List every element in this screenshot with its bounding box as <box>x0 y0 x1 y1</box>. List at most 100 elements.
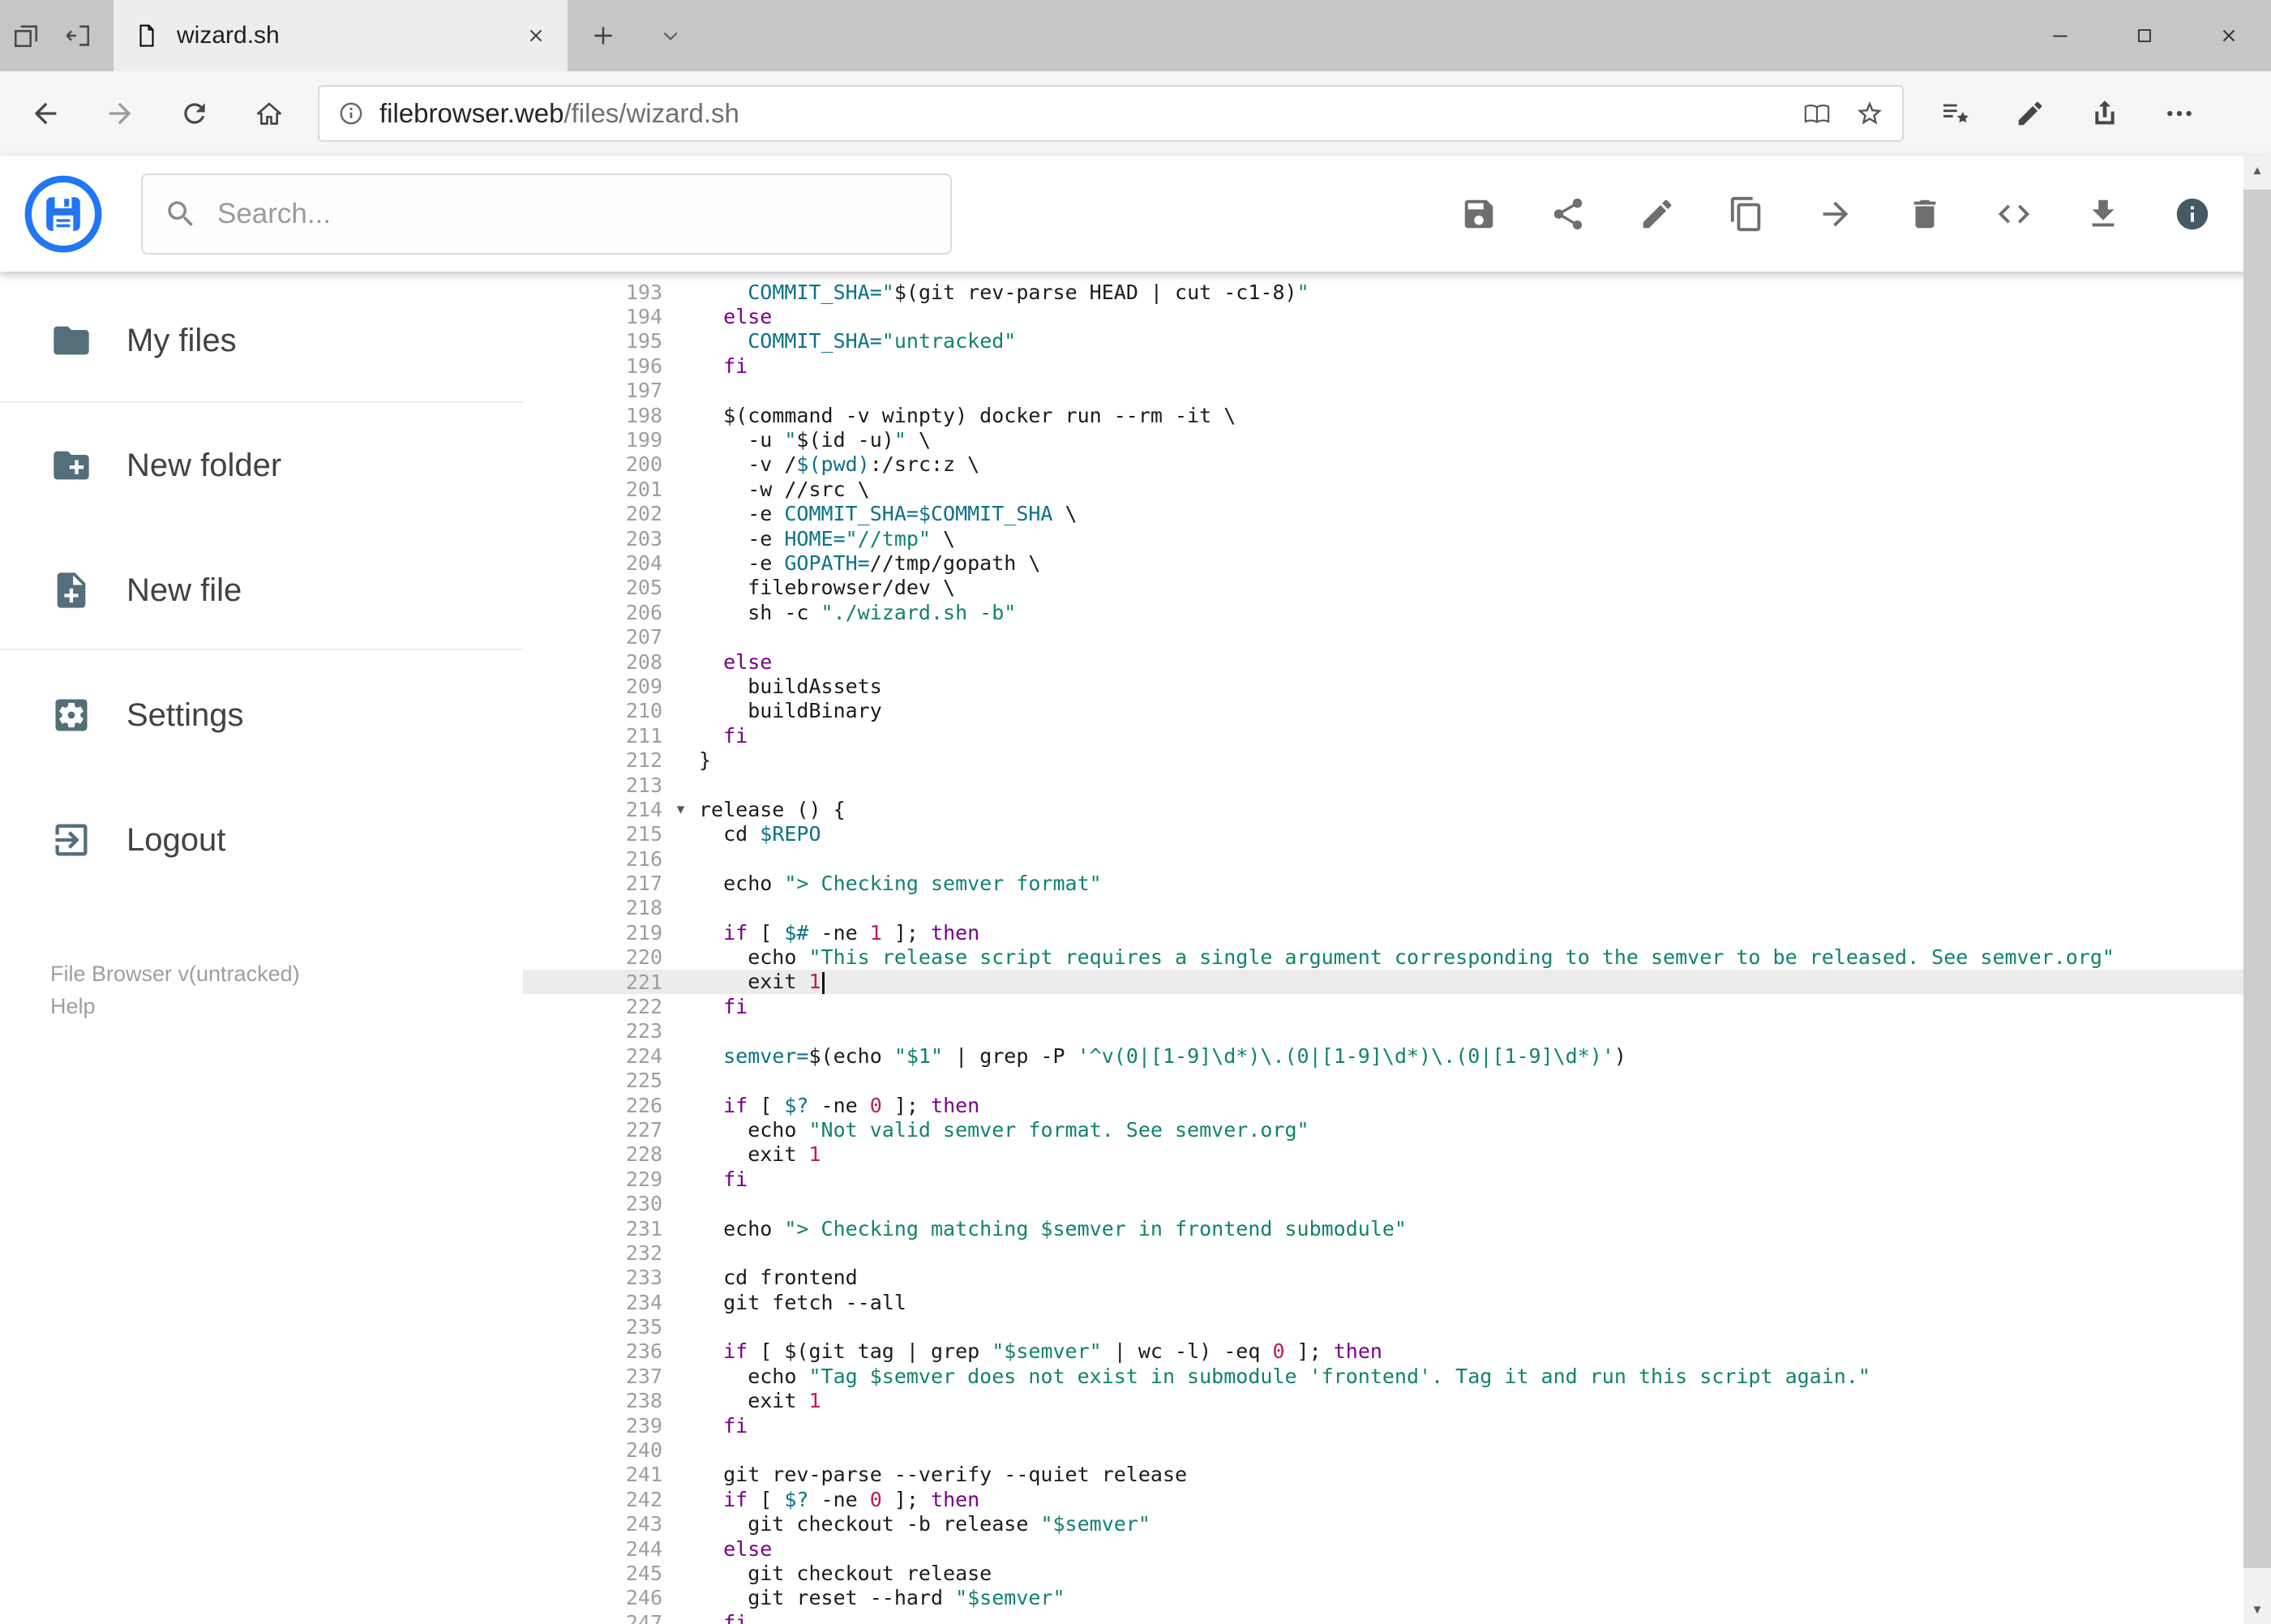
copy-button[interactable] <box>1712 179 1781 249</box>
code-line[interactable]: 237 echo "Tag $semver does not exist in … <box>523 1364 2243 1388</box>
code-line[interactable]: 242 if [ $? -ne 0 ]; then <box>523 1487 2243 1511</box>
rename-button[interactable] <box>1622 179 1692 249</box>
download-button[interactable] <box>2068 179 2138 249</box>
code-line[interactable]: 236 if [ $(git tag | grep "$semver" | wc… <box>523 1339 2243 1364</box>
code-line[interactable]: 193 COMMIT_SHA="$(git rev-parse HEAD | c… <box>523 280 2243 304</box>
code-line[interactable]: 197 <box>523 379 2243 403</box>
tab-close-button[interactable] <box>525 25 546 46</box>
code-line[interactable]: 204 -e GOPATH=//tmp/gopath \ <box>523 551 2243 575</box>
code-line[interactable]: 233 cd frontend <box>523 1266 2243 1290</box>
code-line[interactable]: 229 fi <box>523 1167 2243 1191</box>
code-line[interactable]: 244 else <box>523 1536 2243 1561</box>
code-line[interactable]: 214 ▾ release () { <box>523 797 2243 821</box>
close-window-button[interactable] <box>2187 0 2271 71</box>
code-line[interactable]: 238 exit 1 <box>523 1389 2243 1413</box>
move-button[interactable] <box>1801 179 1870 249</box>
code-button[interactable] <box>1979 179 2049 249</box>
code-line[interactable]: 239 fi <box>523 1413 2243 1438</box>
sidebar-item-new-folder[interactable]: New folder <box>0 403 523 528</box>
address-bar[interactable]: filebrowser.web/files/wizard.sh <box>318 85 1904 142</box>
search-input[interactable] <box>217 197 929 230</box>
more-button[interactable] <box>2142 76 2217 151</box>
scroll-up-button[interactable]: ▲ <box>2243 156 2271 185</box>
code-line[interactable]: 219 if [ $# -ne 1 ]; then <box>523 920 2243 945</box>
code-line[interactable]: 232 <box>523 1240 2243 1265</box>
code-line[interactable]: 196 fi <box>523 354 2243 378</box>
reading-view-icon[interactable] <box>1803 100 1831 127</box>
tabs-set-aside-list-button[interactable] <box>0 0 52 71</box>
search-box[interactable] <box>141 173 952 255</box>
site-info-icon[interactable] <box>337 100 365 127</box>
code-line[interactable]: 220 echo "This release script requires a… <box>523 945 2243 970</box>
code-line[interactable]: 205 filebrowser/dev \ <box>523 576 2243 600</box>
code-line[interactable]: 216 <box>523 846 2243 871</box>
sidebar-item-my-files[interactable]: My files <box>0 278 523 403</box>
code-line[interactable]: 224 semver=$(echo "$1" | grep -P '^v(0|[… <box>523 1043 2243 1068</box>
code-line[interactable]: 240 <box>523 1438 2243 1462</box>
code-line[interactable]: 195 COMMIT_SHA="untracked" <box>523 329 2243 354</box>
browser-tab[interactable]: wizard.sh <box>114 0 568 71</box>
code-line[interactable]: 218 <box>523 896 2243 920</box>
code-line[interactable]: 234 git fetch --all <box>523 1290 2243 1314</box>
code-line[interactable]: 247 fi <box>523 1610 2243 1624</box>
scrollbar-track[interactable] <box>2243 185 2271 1595</box>
fold-arrow-icon[interactable]: ▾ <box>662 800 699 819</box>
vertical-scrollbar[interactable]: ▲ ▼ <box>2243 156 2271 1624</box>
code-line[interactable]: 231 echo "> Checking matching $semver in… <box>523 1216 2243 1240</box>
sidebar-item-logout[interactable]: Logout <box>0 778 523 902</box>
code-line[interactable]: 203 -e HOME="//tmp" \ <box>523 526 2243 551</box>
filebrowser-logo[interactable] <box>24 175 102 253</box>
back-button[interactable] <box>8 76 83 151</box>
delete-button[interactable] <box>1890 179 1960 249</box>
hub-button[interactable] <box>1918 76 1993 151</box>
code-line[interactable]: 213 <box>523 773 2243 797</box>
code-line[interactable]: 228 exit 1 <box>523 1142 2243 1167</box>
tab-preview-chevron-button[interactable] <box>639 0 702 71</box>
help-link[interactable]: Help <box>50 990 300 1022</box>
code-editor[interactable]: 193 COMMIT_SHA="$(git rev-parse HEAD | c… <box>523 272 2243 1624</box>
scroll-down-button[interactable]: ▼ <box>2243 1595 2271 1624</box>
minimize-button[interactable] <box>2018 0 2102 71</box>
share-button[interactable] <box>1533 179 1603 249</box>
code-line[interactable]: 206 sh -c "./wizard.sh -b" <box>523 600 2243 624</box>
code-line[interactable]: 209 buildAssets <box>523 674 2243 698</box>
set-tabs-aside-button[interactable] <box>52 0 104 71</box>
code-line[interactable]: 245 git checkout release <box>523 1561 2243 1585</box>
code-line[interactable]: 201 -w //src \ <box>523 477 2243 501</box>
code-line[interactable]: 210 buildBinary <box>523 699 2243 723</box>
new-tab-button[interactable] <box>568 0 639 71</box>
code-line[interactable]: 212} <box>523 748 2243 772</box>
maximize-button[interactable] <box>2102 0 2187 71</box>
code-line[interactable]: 235 <box>523 1314 2243 1339</box>
code-line[interactable]: 227 echo "Not valid semver format. See s… <box>523 1117 2243 1142</box>
code-line[interactable]: 211 fi <box>523 723 2243 748</box>
home-button[interactable] <box>232 76 306 151</box>
info-button[interactable] <box>2157 179 2227 249</box>
save-button[interactable] <box>1444 179 1514 249</box>
scrollbar-thumb[interactable] <box>2243 190 2271 1568</box>
code-line[interactable]: 225 <box>523 1069 2243 1093</box>
code-line[interactable]: 199 -u "$(id -u)" \ <box>523 427 2243 452</box>
code-line[interactable]: 243 git checkout -b release "$semver" <box>523 1512 2243 1536</box>
code-line[interactable]: 217 echo "> Checking semver format" <box>523 871 2243 895</box>
code-line[interactable]: 207 <box>523 624 2243 649</box>
code-line[interactable]: 215 cd $REPO <box>523 822 2243 846</box>
code-line[interactable]: 194 else <box>523 304 2243 328</box>
code-line[interactable]: 202 -e COMMIT_SHA=$COMMIT_SHA \ <box>523 502 2243 526</box>
refresh-button[interactable] <box>157 76 232 151</box>
code-line[interactable]: 221 exit 1 <box>523 969 2243 995</box>
web-note-button[interactable] <box>1993 76 2067 151</box>
code-line[interactable]: 200 -v /$(pwd):/src:z \ <box>523 452 2243 477</box>
code-line[interactable]: 230 <box>523 1191 2243 1215</box>
code-line[interactable]: 198 $(command -v winpty) docker run --rm… <box>523 403 2243 427</box>
code-line[interactable]: 241 git rev-parse --verify --quiet relea… <box>523 1463 2243 1487</box>
code-line[interactable]: 246 git reset --hard "$semver" <box>523 1586 2243 1610</box>
share-button[interactable] <box>2067 76 2142 151</box>
code-line[interactable]: 222 fi <box>523 994 2243 1018</box>
code-line[interactable]: 223 <box>523 1019 2243 1043</box>
code-line[interactable]: 208 else <box>523 649 2243 674</box>
sidebar-item-settings[interactable]: Settings <box>0 653 523 778</box>
forward-button[interactable] <box>83 76 157 151</box>
favorite-star-icon[interactable] <box>1855 99 1884 128</box>
code-line[interactable]: 226 if [ $? -ne 0 ]; then <box>523 1093 2243 1117</box>
